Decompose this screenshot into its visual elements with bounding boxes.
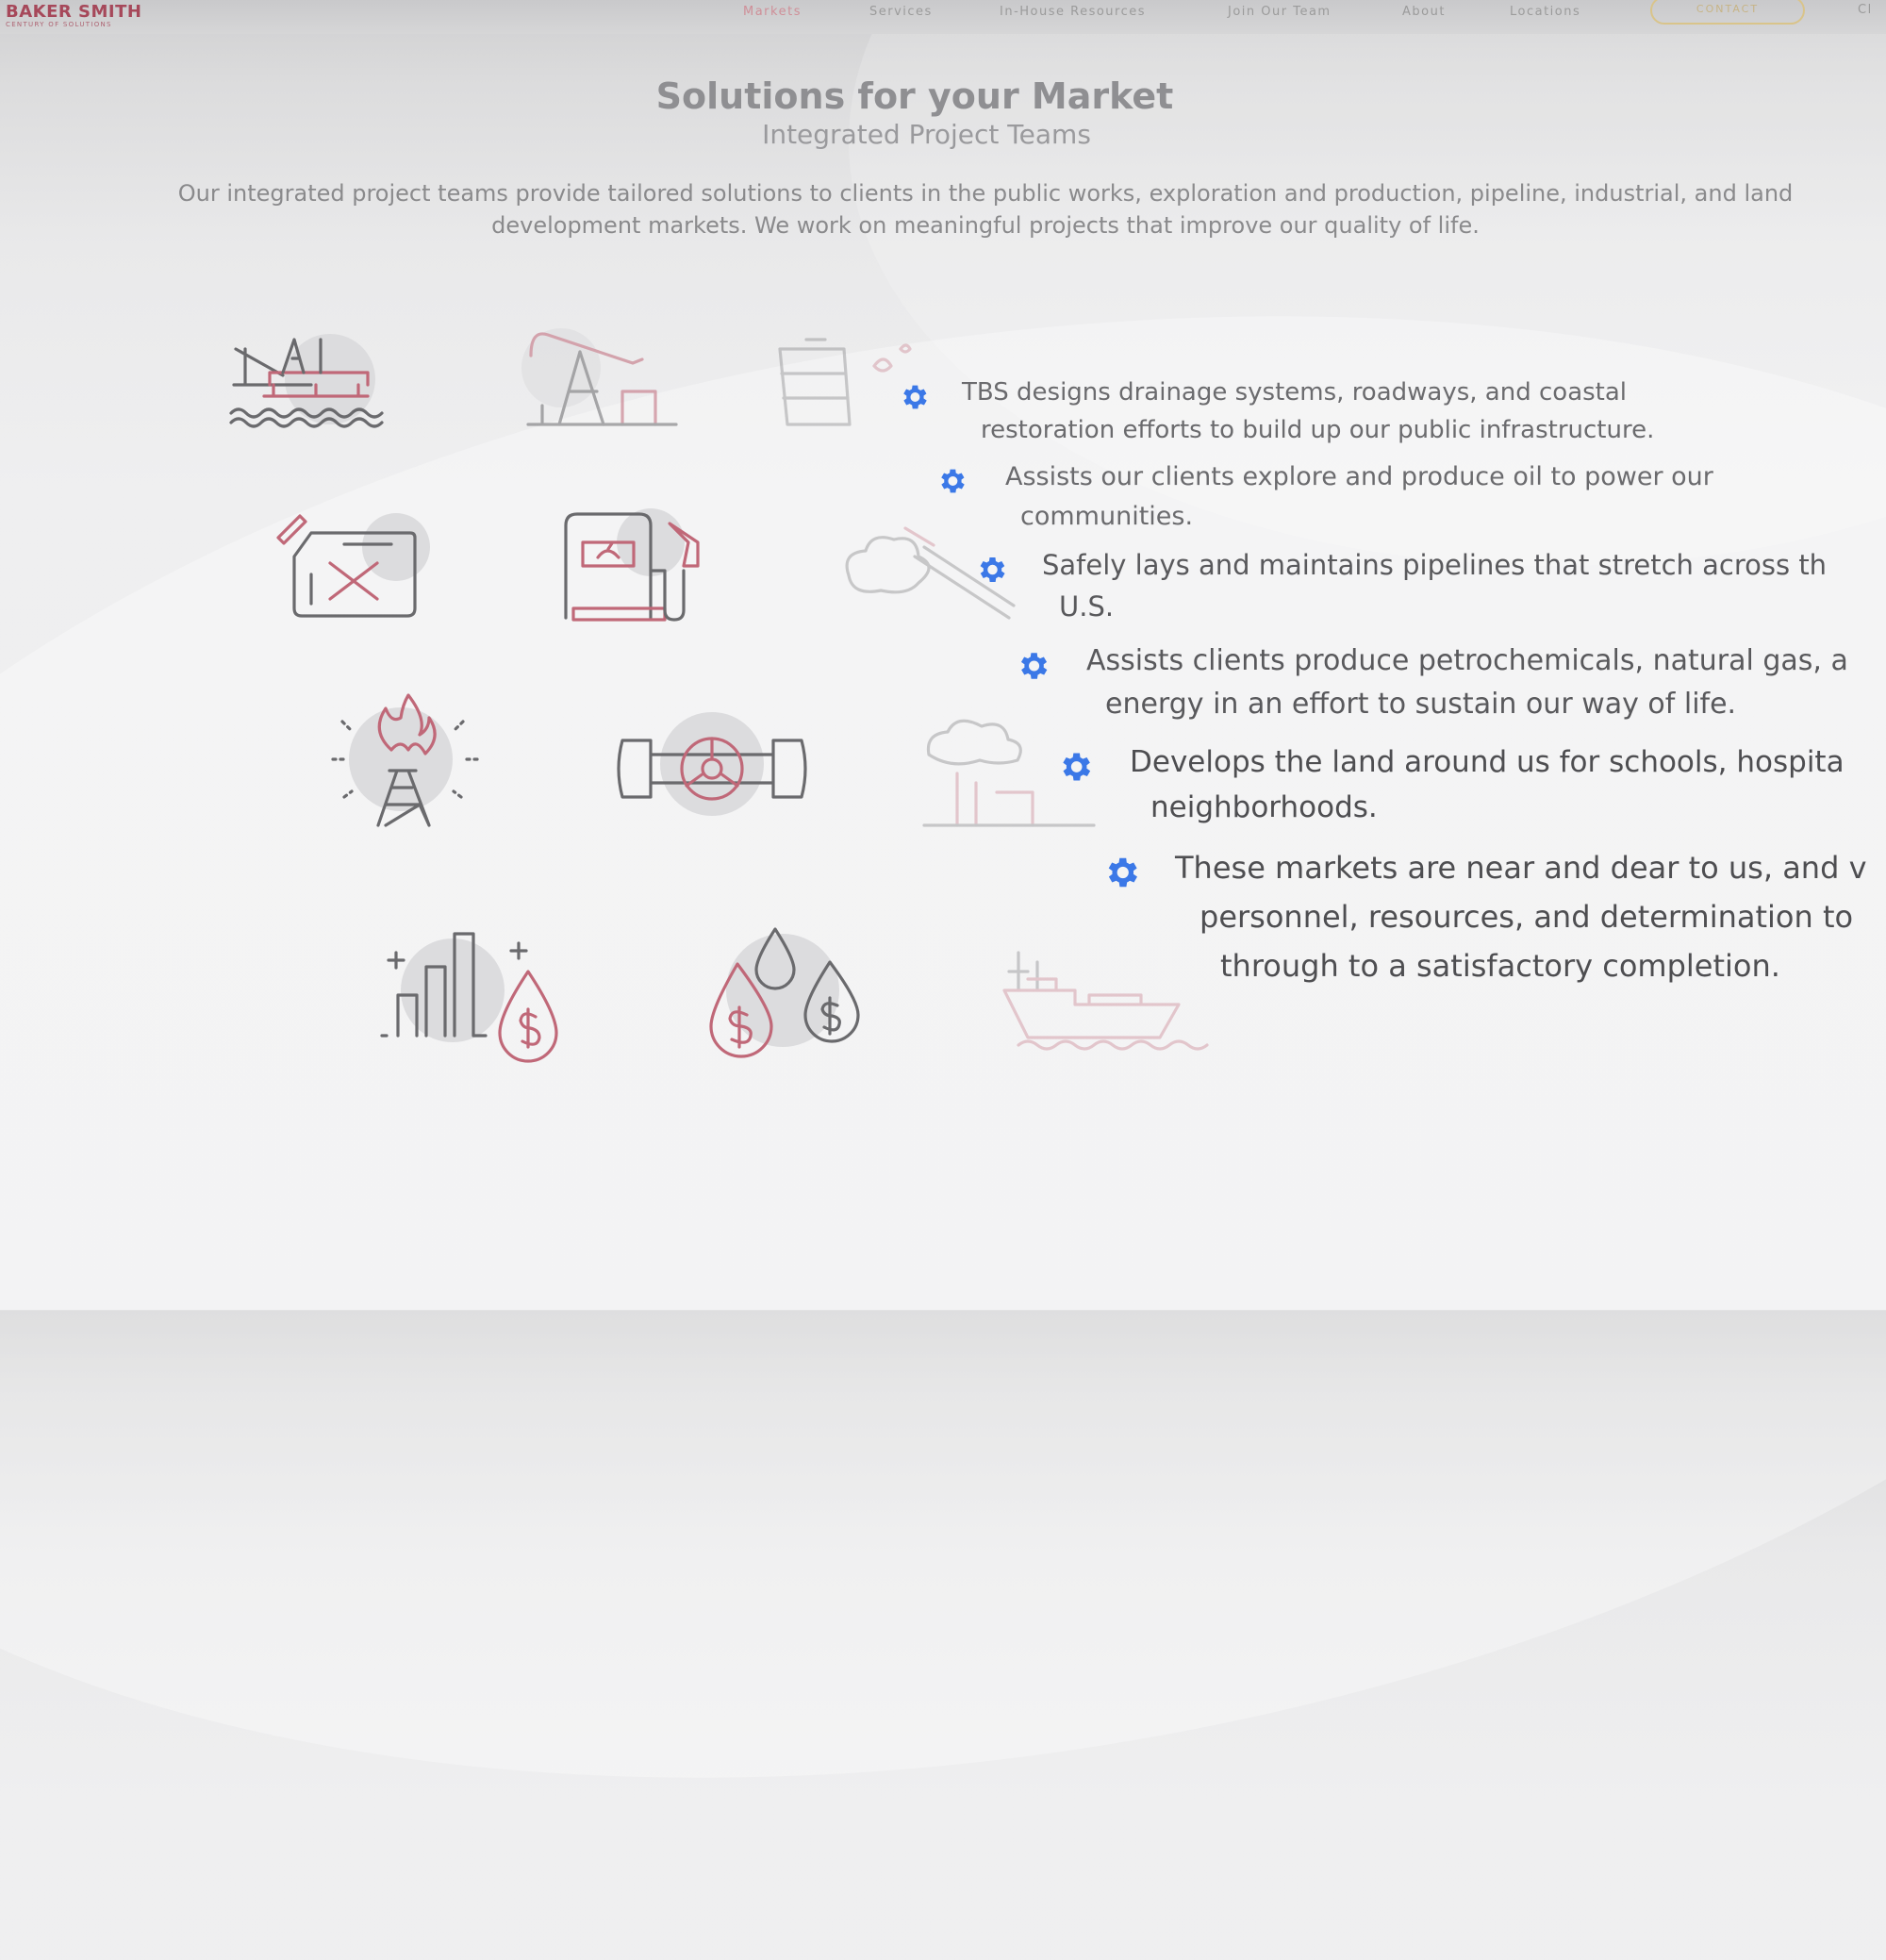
bullet-text-line: Safely lays and maintains pipelines that… xyxy=(1042,549,1828,581)
bullet-text-line: personnel, resources, and determination … xyxy=(1199,899,1854,935)
gear-icon xyxy=(974,553,1008,598)
list-item: Safely lays and maintains pipelines that… xyxy=(974,544,1827,627)
bullet-text-line: These markets are near and dear to us, a… xyxy=(1175,850,1867,886)
bullet-text-line: TBS designs drainage systems, roadways, … xyxy=(962,378,1628,407)
list-item: TBS designs drainage systems, roadways, … xyxy=(898,374,1654,449)
bullet-text-line: through to a satisfactory completion. xyxy=(1220,948,1780,984)
bullet-text-line: U.S. xyxy=(1059,590,1115,623)
gear-icon xyxy=(898,381,930,424)
bullet-text-line: energy in an effort to sustain our way o… xyxy=(1105,688,1737,721)
bullet-text-line: Assists clients produce petrochemicals, … xyxy=(1086,644,1848,677)
list-item: Assists clients produce petrochemicals, … xyxy=(1015,639,1848,726)
list-item: Develops the land around us for schools,… xyxy=(1056,739,1845,830)
gear-icon xyxy=(1101,853,1141,906)
gear-icon xyxy=(1015,648,1051,697)
list-item: Assists our clients explore and produce … xyxy=(935,457,1713,537)
bullet-text-line: restoration efforts to build up our publ… xyxy=(981,416,1655,444)
gear-icon xyxy=(1056,748,1094,799)
bullet-text-line: Develops the land around us for schools,… xyxy=(1130,745,1845,779)
bullet-text-line: Assists our clients explore and produce … xyxy=(1005,462,1713,491)
bullet-text-line: neighborhoods. xyxy=(1150,790,1378,824)
bullet-text-line: communities. xyxy=(1020,502,1194,531)
gear-icon xyxy=(935,465,968,509)
list-item: These markets are near and dear to us, a… xyxy=(1101,843,1867,990)
market-bullet-list: TBS designs drainage systems, roadways, … xyxy=(0,0,1886,1310)
